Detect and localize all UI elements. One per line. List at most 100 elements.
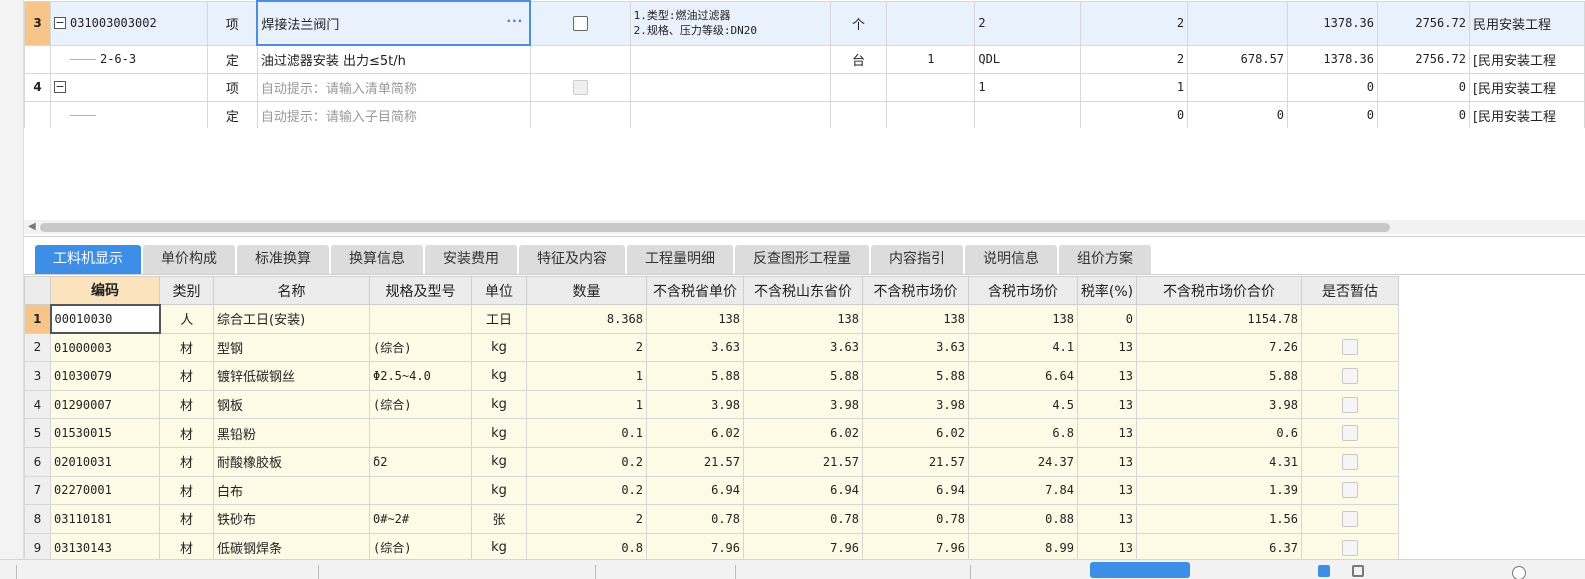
horizontal-scrollbar[interactable]: ◀ — [24, 220, 1585, 234]
market-price-cell[interactable]: 3.63 — [862, 332, 969, 363]
resource-row[interactable]: 7 02270001 材白布 kg 0.2 6.94 6.94 6.94 7.84 13 1.39 — [24, 475, 1399, 506]
collapse-icon[interactable]: − — [53, 81, 66, 93]
name-input[interactable]: 焊接法兰阀门 ··· — [256, 0, 532, 46]
tax-market-price-cell[interactable]: 138 — [968, 304, 1078, 334]
unit-cell[interactable]: kg — [471, 332, 527, 363]
name-cell[interactable]: 耐酸橡胶板 — [213, 446, 370, 477]
qty-cell[interactable]: 1 — [1080, 72, 1189, 102]
tax-rate-cell[interactable]: 13 — [1077, 475, 1137, 506]
qty-cell[interactable]: 2 — [1080, 44, 1189, 74]
major-cell[interactable]: 民用安装工程 — [1468, 0, 1585, 46]
tab-pricing-plan[interactable]: 组价方案 — [1059, 245, 1151, 274]
layout-icon[interactable] — [1352, 565, 1364, 577]
factor-cell[interactable] — [886, 72, 976, 102]
tab-labor-material-machine[interactable]: 工料机显示 — [35, 245, 141, 274]
spec-cell[interactable]: (综合) — [369, 532, 472, 559]
spec-cell[interactable] — [369, 304, 472, 334]
col-header-market-total[interactable]: 不含税市场价合价 — [1136, 276, 1302, 305]
provisional-checkbox[interactable] — [1342, 482, 1358, 499]
bill-row[interactable]: 4 − 项 自动提示：请输入清单简称 1 1 0 0 [民用安装工程 — [24, 72, 1585, 102]
name-cell[interactable]: 白布 — [213, 475, 370, 506]
unit-cell[interactable] — [829, 100, 888, 128]
features-cell[interactable]: 1.类型:燃油过滤器 2.规格、压力等级:DN20 — [629, 0, 831, 46]
provisional-checkbox[interactable] — [1342, 510, 1358, 527]
name-cell[interactable]: 黑铅粉 — [213, 418, 370, 448]
code-cell[interactable]: − — [49, 72, 208, 102]
code-cell[interactable]: 00010030 — [49, 303, 161, 335]
sd-price-cell[interactable]: 5.88 — [743, 361, 863, 391]
unit-cell[interactable]: kg — [471, 532, 527, 559]
code-cell[interactable]: 02270001 — [50, 475, 160, 506]
tax-rate-cell[interactable]: 13 — [1077, 446, 1137, 477]
tax-market-price-cell[interactable]: 6.8 — [968, 418, 1078, 448]
prov-price-cell[interactable]: 0.78 — [646, 504, 744, 534]
sd-price-cell[interactable]: 7.96 — [743, 532, 863, 559]
tax-rate-cell[interactable]: 13 — [1077, 504, 1137, 534]
col-header-name[interactable]: 名称 — [213, 276, 370, 305]
code-cell[interactable]: −031003003002 — [49, 0, 208, 46]
bill-row[interactable]: 定 自动提示：请输入子目简称 0 0 0 0 [民用安装工程 — [24, 100, 1585, 128]
prov-price-cell[interactable]: 3.98 — [646, 389, 744, 420]
name-cell[interactable]: 铁砂布 — [213, 504, 370, 534]
factor-cell[interactable] — [886, 100, 976, 128]
resource-row[interactable]: 8 03110181 材铁砂布 0#~2# 张 2 0.78 0.78 0.78 0.88 13 1.… — [24, 504, 1399, 534]
major-cell[interactable]: [民用安装工程 — [1468, 44, 1585, 74]
qty-cell[interactable]: 2 — [526, 504, 647, 534]
tax-rate-cell[interactable]: 13 — [1077, 332, 1137, 363]
qty-cell[interactable]: 1 — [526, 389, 647, 420]
col-header-sd-price[interactable]: 不含税山东省价 — [743, 276, 863, 305]
tab-content-guide[interactable]: 内容指引 — [871, 245, 963, 274]
code-cell[interactable]: 03130143 — [50, 532, 160, 559]
name-cell[interactable]: 钢板 — [213, 389, 370, 420]
provisional-cell[interactable] — [1301, 532, 1399, 559]
prov-price-cell[interactable]: 3.63 — [646, 332, 744, 363]
prov-price-cell[interactable]: 5.88 — [646, 361, 744, 391]
tab-graphic-quantity[interactable]: 反查图形工程量 — [735, 245, 869, 274]
sd-price-cell[interactable]: 0.78 — [743, 504, 863, 534]
unit-cell[interactable]: kg — [471, 446, 527, 477]
tax-market-price-cell[interactable]: 24.37 — [968, 446, 1078, 477]
bill-row[interactable]: 3 −031003003002 项 焊接法兰阀门 ··· 1.类型:燃油过滤器 2.… — [24, 0, 1585, 46]
market-price-cell[interactable]: 0.78 — [862, 504, 969, 534]
provisional-checkbox[interactable] — [1342, 396, 1358, 413]
code-cell[interactable]: 02010031 — [50, 446, 160, 477]
col-header-qty[interactable]: 数量 — [526, 276, 647, 305]
tab-quantity-details[interactable]: 工程量明细 — [627, 245, 733, 274]
qty-cell[interactable]: 0.2 — [526, 475, 647, 506]
code-cell[interactable] — [49, 100, 208, 128]
provisional-checkbox[interactable] — [1342, 425, 1358, 442]
tab-installation-fees[interactable]: 安装费用 — [425, 245, 517, 274]
unit-cell[interactable]: kg — [471, 361, 527, 391]
qty-cell[interactable]: 1 — [526, 361, 647, 391]
tab-features-content[interactable]: 特征及内容 — [519, 245, 625, 274]
provisional-cell[interactable] — [1301, 389, 1399, 420]
market-price-cell[interactable]: 138 — [862, 304, 969, 334]
prov-price-cell[interactable]: 7.96 — [646, 532, 744, 559]
col-header-unit[interactable]: 单位 — [471, 276, 527, 305]
expr-cell[interactable]: 1 — [974, 72, 1082, 102]
col-header-market-price[interactable]: 不含税市场价 — [862, 276, 969, 305]
features-cell[interactable] — [629, 100, 831, 128]
tax-market-price-cell[interactable]: 6.64 — [968, 361, 1078, 391]
provisional-cell[interactable] — [1301, 446, 1399, 477]
provisional-cell[interactable] — [1301, 475, 1399, 506]
sd-price-cell[interactable]: 6.02 — [743, 418, 863, 448]
provisional-cell[interactable] — [1301, 504, 1399, 534]
tab-standard-conversion[interactable]: 标准换算 — [237, 245, 329, 274]
unit-cell[interactable]: kg — [471, 475, 527, 506]
name-placeholder[interactable]: 自动提示：请输入清单简称 — [256, 72, 531, 102]
zoom-slider-knob[interactable] — [1512, 566, 1526, 579]
features-cell[interactable] — [629, 44, 831, 74]
bill-row[interactable]: 2-6-3 定 油过滤器安装 出力≤5t/h 台 1 QDL 2 678.57 … — [24, 44, 1585, 74]
qty-cell[interactable]: 2 — [526, 332, 647, 363]
col-header-tax-rate[interactable]: 税率(%) — [1077, 276, 1137, 305]
resource-row[interactable]: 6 02010031 材耐酸橡胶板 δ2 kg 0.2 21.57 21.57 21.57 24.… — [24, 446, 1399, 477]
spec-cell[interactable]: (综合) — [369, 332, 472, 363]
qty-cell[interactable]: 0.8 — [526, 532, 647, 559]
resource-row[interactable]: 3 01030079 材镀锌低碳钢丝 Φ2.5~4.0 kg 1 5.88 5.88 5.88 6… — [24, 361, 1399, 391]
spec-cell[interactable]: 0#~2# — [369, 504, 472, 534]
spec-cell[interactable] — [369, 418, 472, 448]
name-cell[interactable]: 镀锌低碳钢丝 — [213, 361, 370, 391]
market-price-cell[interactable]: 7.96 — [862, 532, 969, 559]
view-mode-icon[interactable] — [1318, 565, 1330, 577]
